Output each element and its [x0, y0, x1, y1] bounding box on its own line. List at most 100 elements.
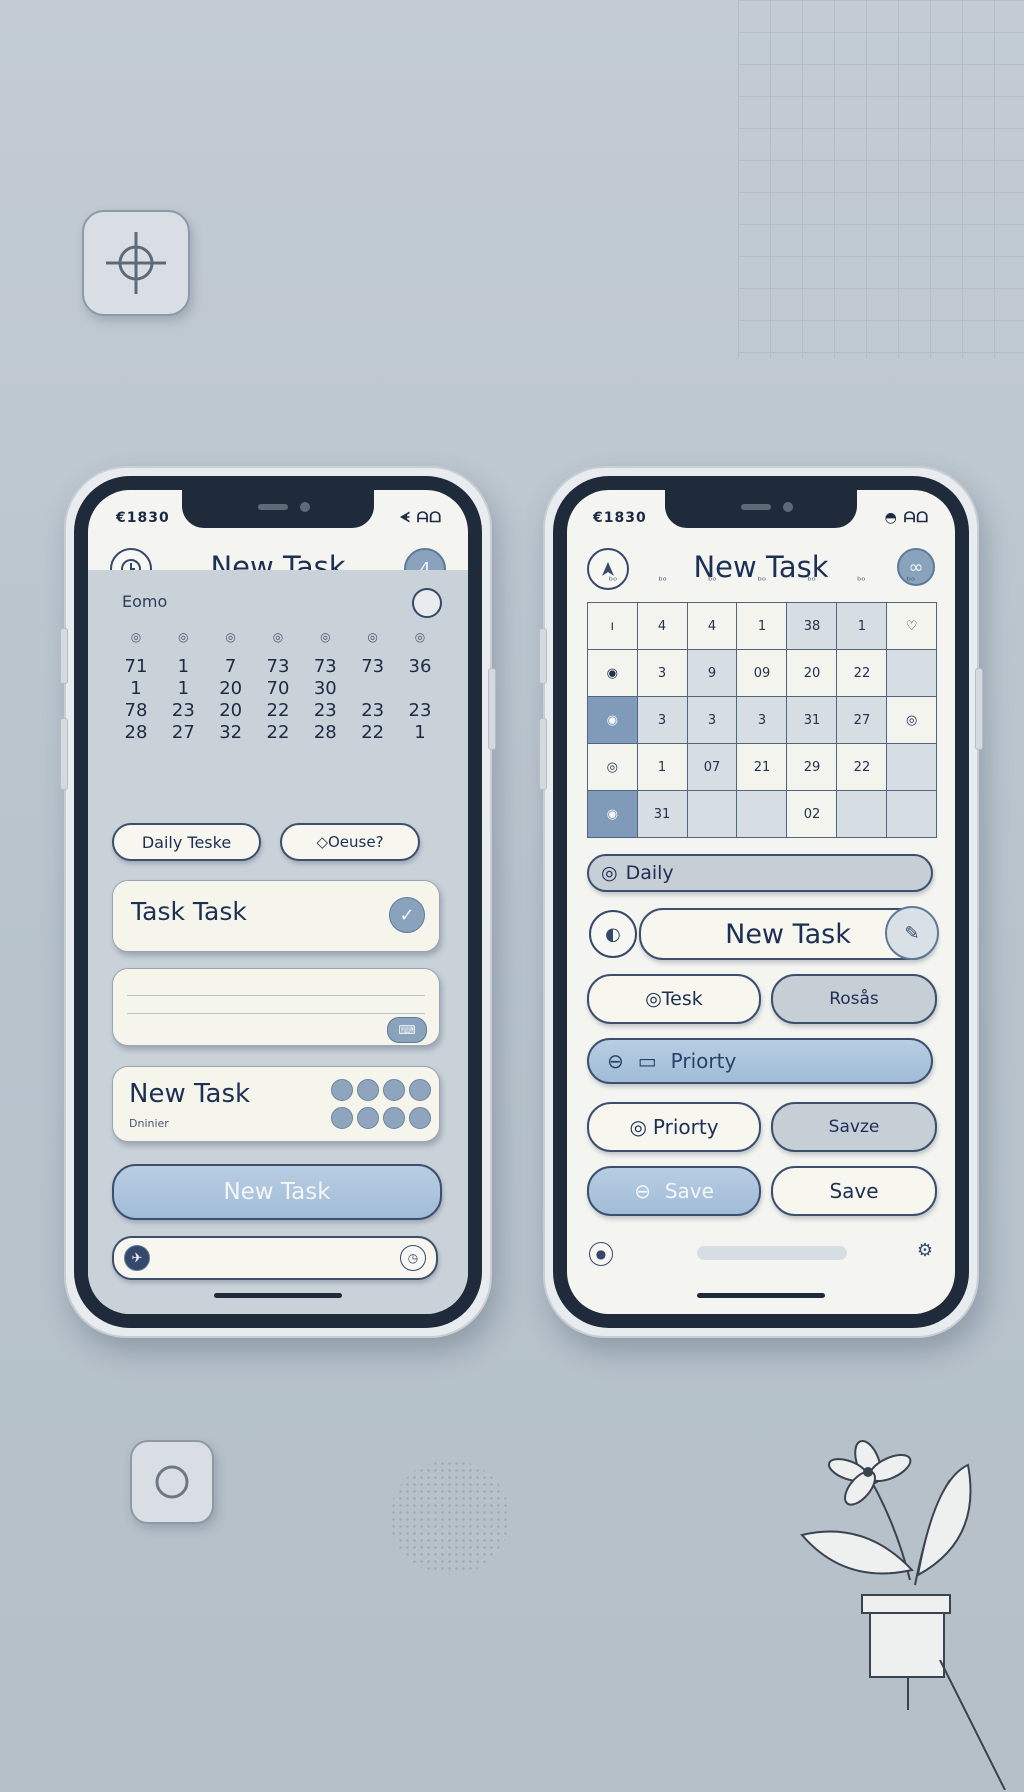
save-primary-button[interactable]: ⊖ Save	[587, 1166, 761, 1216]
clock-icon[interactable]: ◷	[400, 1245, 426, 1271]
calendar-day[interactable]: 1	[118, 678, 154, 699]
calendar-day[interactable]: 23	[402, 700, 438, 721]
calendar-day[interactable]	[736, 790, 788, 838]
calendar-day[interactable]: 9	[686, 649, 738, 697]
calendar-day[interactable]: 3	[636, 696, 688, 744]
roses-chip[interactable]: Rosås	[771, 974, 937, 1024]
calendar-day[interactable]: 32	[213, 722, 249, 743]
calendar-day[interactable]: ◉	[587, 696, 638, 744]
calendar-toggle-icon[interactable]	[412, 588, 442, 618]
daily-tasks-chip[interactable]: Daily Teske	[112, 823, 261, 861]
settings-icon[interactable]: ⚙	[917, 1240, 933, 1261]
edit-icon[interactable]: ✎	[885, 906, 939, 960]
calendar-day[interactable]: 31	[786, 696, 838, 744]
calendar-day[interactable]: 28	[307, 722, 343, 743]
calendar-day[interactable]: 23	[165, 700, 201, 721]
dot-icon[interactable]	[383, 1079, 405, 1101]
dot-icon[interactable]	[357, 1079, 379, 1101]
daily-progress-bar[interactable]: ◎ Daily	[587, 854, 933, 892]
calendar-day[interactable]	[836, 790, 888, 838]
calendar-day[interactable]: 70	[260, 678, 296, 699]
calendar-day[interactable]: 73	[260, 656, 296, 677]
calendar-day[interactable]: 31	[636, 790, 688, 838]
calendar-day[interactable]: 73	[355, 656, 391, 677]
calendar-day[interactable]	[886, 649, 937, 697]
calendar-day[interactable]: ◎	[886, 696, 937, 744]
calendar-day[interactable]: 22	[836, 743, 888, 791]
calendar-day[interactable]: 09	[736, 649, 788, 697]
dot-icon[interactable]	[331, 1079, 353, 1101]
calendar-day[interactable]: 23	[307, 700, 343, 721]
dot-icon[interactable]	[409, 1107, 431, 1129]
keyboard-icon[interactable]: ⌨	[387, 1017, 427, 1043]
power-button[interactable]	[488, 668, 496, 750]
calendar-day[interactable]: 7	[213, 656, 249, 677]
calendar-day[interactable]: 28	[118, 722, 154, 743]
filter-chip[interactable]: ◇Oeuse?	[280, 823, 420, 861]
calendar-day[interactable]: 1	[736, 602, 788, 650]
priority-chip[interactable]: ◎ Priorty	[587, 1102, 761, 1152]
calendar-day[interactable]: 02	[786, 790, 838, 838]
moon-icon[interactable]: ◐	[589, 910, 637, 958]
power-button[interactable]	[975, 668, 983, 750]
calendar-day[interactable]: 38	[786, 602, 838, 650]
calendar-day[interactable]: 1	[836, 602, 888, 650]
task-card[interactable]: Task Task ✓	[112, 880, 440, 952]
calendar-day[interactable]: ı	[587, 602, 638, 650]
priority-bar[interactable]: ⊖ ▭ Priorty	[587, 1038, 933, 1084]
priority-dots[interactable]	[331, 1079, 431, 1129]
calendar-day[interactable]: 20	[213, 700, 249, 721]
calendar-day[interactable]: 4	[636, 602, 688, 650]
new-task-button[interactable]: New Task	[112, 1164, 442, 1220]
dot-icon[interactable]	[357, 1107, 379, 1129]
save-secondary-button[interactable]: Save	[771, 1166, 937, 1216]
calendar-day[interactable]: 27	[836, 696, 888, 744]
record-icon[interactable]: ●	[589, 1242, 613, 1266]
calendar-day[interactable]: 22	[260, 722, 296, 743]
dot-icon[interactable]	[409, 1079, 431, 1101]
calendar-day[interactable]: 30	[307, 678, 343, 699]
dot-icon[interactable]	[331, 1107, 353, 1129]
volume-up-button[interactable]	[60, 628, 68, 684]
calendar-day[interactable]: 1	[165, 656, 201, 677]
calendar-day[interactable]: 20	[213, 678, 249, 699]
calendar-day[interactable]: ♡	[886, 602, 937, 650]
calendar-day[interactable]	[686, 790, 738, 838]
airplane-icon[interactable]: ✈	[124, 1245, 150, 1271]
calendar-day[interactable]: 36	[402, 656, 438, 677]
calendar-day[interactable]: 3	[736, 696, 788, 744]
task-chip[interactable]: ◎Tesk	[587, 974, 761, 1024]
calendar-day[interactable]	[886, 790, 937, 838]
calendar-day[interactable]	[355, 678, 391, 699]
calendar-day[interactable]: 3	[686, 696, 738, 744]
calendar-day[interactable]: 78	[118, 700, 154, 721]
volume-down-button[interactable]	[539, 718, 547, 790]
calendar-day[interactable]: 21	[736, 743, 788, 791]
volume-up-button[interactable]	[539, 628, 547, 684]
calendar-day[interactable]: 20	[786, 649, 838, 697]
home-indicator[interactable]	[214, 1293, 342, 1298]
calendar-day[interactable]: 73	[307, 656, 343, 677]
calendar-day[interactable]: ◉	[587, 649, 638, 697]
compass-app-tile[interactable]	[82, 210, 190, 316]
calendar-day[interactable]: ◉	[587, 790, 638, 838]
check-circle-icon[interactable]: ✓	[389, 897, 425, 933]
calendar-day[interactable]: 22	[260, 700, 296, 721]
calendar-day[interactable]: 1	[165, 678, 201, 699]
notes-card[interactable]: ⌨	[112, 968, 440, 1046]
calendar-day[interactable]	[402, 678, 438, 699]
calendar-day[interactable]: ◎	[587, 743, 638, 791]
calendar-day[interactable]: 1	[402, 722, 438, 743]
dot-icon[interactable]	[383, 1107, 405, 1129]
calendar-day[interactable]: 27	[165, 722, 201, 743]
calendar-day[interactable]: 07	[686, 743, 738, 791]
calendar-day[interactable]: 71	[118, 656, 154, 677]
calendar-day[interactable]: 22	[355, 722, 391, 743]
calendar-day[interactable]	[886, 743, 937, 791]
ring-app-tile[interactable]	[130, 1440, 214, 1524]
calendar-day[interactable]: 22	[836, 649, 888, 697]
home-indicator[interactable]	[697, 1293, 825, 1298]
new-task-card[interactable]: New Task Dninier	[112, 1066, 440, 1142]
calendar-day[interactable]: 29	[786, 743, 838, 791]
calendar-day[interactable]: 4	[686, 602, 738, 650]
